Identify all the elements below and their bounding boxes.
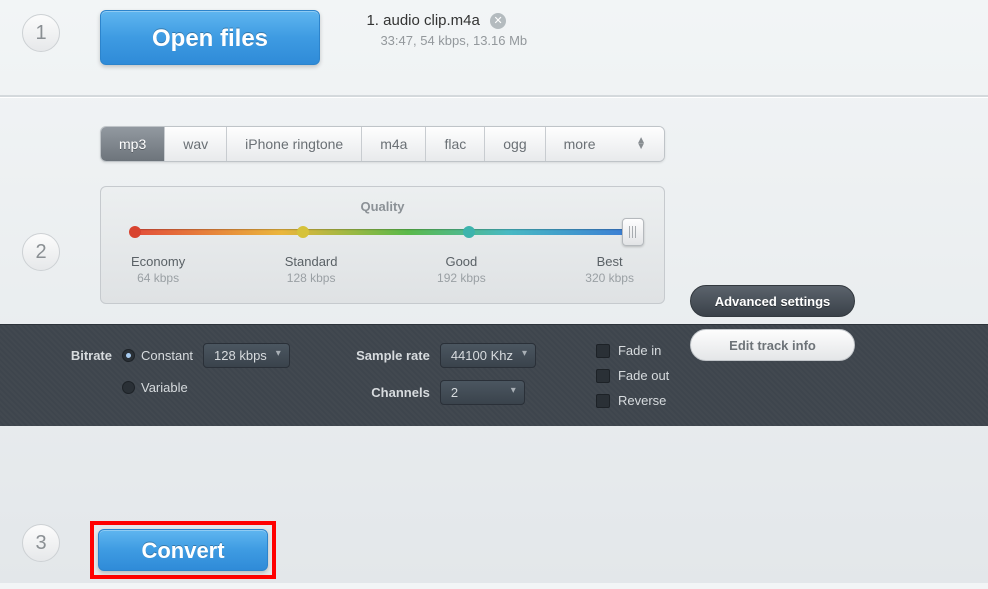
tab-flac[interactable]: flac (426, 127, 485, 161)
quality-label-best: Best 320 kbps (585, 254, 634, 285)
file-index: 1. (366, 12, 379, 29)
open-files-button[interactable]: Open files (100, 10, 320, 65)
bitrate-row-variable: Variable (60, 380, 290, 395)
checkbox-label: Fade in (618, 343, 661, 358)
tab-iphone-ringtone[interactable]: iPhone ringtone (227, 127, 362, 161)
radio-label: Constant (141, 348, 193, 363)
quality-handle[interactable] (622, 218, 644, 246)
quality-label-sub: 192 kbps (437, 271, 486, 285)
quality-label-economy: Economy 64 kbps (131, 254, 185, 285)
quality-title: Quality (131, 199, 634, 214)
radio-icon (122, 349, 135, 362)
quality-label-text: Economy (131, 254, 185, 269)
advanced-bitrate-column: Bitrate Constant 128 kbps Variable (60, 343, 290, 408)
channels-row: Channels 2 (350, 380, 536, 405)
convert-button[interactable]: Convert (98, 529, 268, 571)
tab-mp3[interactable]: mp3 (101, 127, 165, 161)
quality-stop-standard (297, 226, 309, 238)
quality-label-good: Good 192 kbps (437, 254, 486, 285)
samplerate-select[interactable]: 44100 Khz (440, 343, 536, 368)
file-info: 1. audio clip.m4a ✕ 33:47, 54 kbps, 13.1… (366, 12, 527, 48)
checkbox-icon (596, 344, 610, 358)
radio-icon (122, 381, 135, 394)
tab-more-label: more (564, 136, 596, 152)
bitrate-select[interactable]: 128 kbps (203, 343, 290, 368)
samplerate-label: Sample rate (350, 348, 430, 363)
bitrate-row-constant: Bitrate Constant 128 kbps (60, 343, 290, 368)
section-convert: 3 Convert (0, 426, 988, 589)
bitrate-constant-radio[interactable]: Constant (122, 348, 193, 363)
fade-in-checkbox[interactable]: Fade in (596, 343, 669, 358)
quality-stop-good (463, 226, 475, 238)
tab-more[interactable]: more ▲▼ (546, 127, 664, 161)
step-badge-1: 1 (22, 14, 60, 52)
samplerate-row: Sample rate 44100 Khz (350, 343, 536, 368)
reverse-checkbox[interactable]: Reverse (596, 393, 669, 408)
quality-stop-economy (129, 226, 141, 238)
quality-label-text: Best (585, 254, 634, 269)
quality-labels: Economy 64 kbps Standard 128 kbps Good 1… (131, 254, 634, 285)
quality-slider[interactable] (131, 224, 634, 240)
file-name-row: 1. audio clip.m4a ✕ (366, 12, 527, 29)
close-icon[interactable]: ✕ (490, 13, 506, 29)
advanced-settings-button[interactable]: Advanced settings (690, 285, 855, 317)
checkbox-label: Fade out (618, 368, 669, 383)
checkbox-icon (596, 369, 610, 383)
file-meta: 33:47, 54 kbps, 13.16 Mb (380, 33, 527, 48)
convert-highlight-box: Convert (90, 521, 276, 579)
quality-label-standard: Standard 128 kbps (285, 254, 338, 285)
bitrate-variable-radio[interactable]: Variable (122, 380, 188, 395)
fade-out-checkbox[interactable]: Fade out (596, 368, 669, 383)
checkbox-icon (596, 394, 610, 408)
quality-label-sub: 128 kbps (285, 271, 338, 285)
quality-gradient-bar (131, 229, 634, 235)
chevron-updown-icon: ▲▼ (636, 138, 646, 150)
file-name: audio clip.m4a (383, 12, 480, 29)
step-badge-3: 3 (22, 524, 60, 562)
channels-label: Channels (350, 385, 430, 400)
bitrate-label: Bitrate (60, 348, 112, 363)
quality-panel: Quality Economy 64 kbps Standard 128 kbp… (100, 186, 665, 304)
tab-wav[interactable]: wav (165, 127, 227, 161)
advanced-samplerate-column: Sample rate 44100 Khz Channels 2 (350, 343, 536, 408)
step-badge-2: 2 (22, 233, 60, 271)
edit-track-info-button[interactable]: Edit track info (690, 329, 855, 361)
format-tabs: mp3 wav iPhone ringtone m4a flac ogg mor… (100, 126, 665, 162)
channels-select[interactable]: 2 (440, 380, 525, 405)
quality-label-sub: 320 kbps (585, 271, 634, 285)
section-format-settings: 2 mp3 wav iPhone ringtone m4a flac ogg m… (0, 97, 988, 426)
section-open-files: 1 Open files 1. audio clip.m4a ✕ 33:47, … (0, 0, 988, 97)
side-buttons: Advanced settings Edit track info (690, 285, 855, 361)
checkbox-label: Reverse (618, 393, 666, 408)
tab-m4a[interactable]: m4a (362, 127, 426, 161)
tab-ogg[interactable]: ogg (485, 127, 545, 161)
quality-label-text: Good (437, 254, 486, 269)
quality-label-sub: 64 kbps (131, 271, 185, 285)
radio-label: Variable (141, 380, 188, 395)
quality-label-text: Standard (285, 254, 338, 269)
advanced-checkbox-column: Fade in Fade out Reverse (596, 343, 669, 408)
